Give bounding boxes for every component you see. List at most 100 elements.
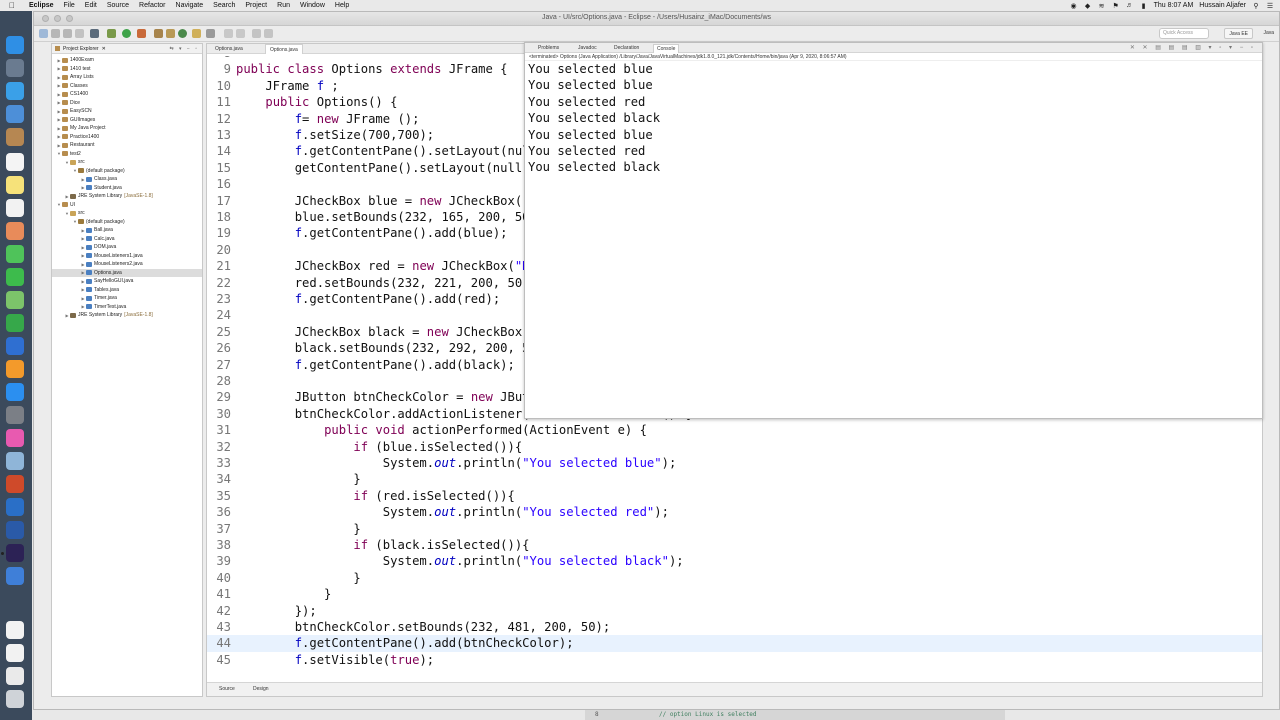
open-type-icon[interactable] xyxy=(192,29,201,38)
user-name[interactable]: Hussain Aljafer xyxy=(1199,2,1246,9)
tree-item[interactable]: ▼ UI xyxy=(52,201,202,210)
tree-item[interactable]: ▶ Class.java xyxy=(52,175,202,184)
mail-icon[interactable] xyxy=(6,105,24,123)
tree-item[interactable]: ▶ CS1400 xyxy=(52,90,202,99)
xcode-icon[interactable] xyxy=(6,498,24,516)
tree-item[interactable]: ▼ src xyxy=(52,209,202,218)
back-icon[interactable] xyxy=(252,29,261,38)
editor-tab-options-1[interactable]: Options.java xyxy=(211,44,247,54)
declaration-tab[interactable]: Declaration xyxy=(611,44,642,52)
flag-icon[interactable]: ⚑ xyxy=(1112,2,1120,10)
tree-item[interactable]: ▶ My Java Project xyxy=(52,124,202,133)
code-line[interactable]: 44 f.getContentPane().add(btnCheckColor)… xyxy=(207,635,1262,652)
volume-icon[interactable]: ♬ xyxy=(1126,2,1134,9)
safari-icon[interactable] xyxy=(6,82,24,100)
perspective-java-ee[interactable]: Java EE xyxy=(1224,28,1253,39)
document-icon-3[interactable] xyxy=(6,667,24,685)
tree-item[interactable]: ▶ Restaurant xyxy=(52,141,202,150)
code-line[interactable]: 37 } xyxy=(207,521,1262,537)
search-toolbar-icon[interactable] xyxy=(206,29,215,38)
menu-source[interactable]: Source xyxy=(102,2,134,9)
tree-item[interactable]: ▶ Dice xyxy=(52,99,202,108)
tree-item[interactable]: ▶ DOM.java xyxy=(52,243,202,252)
tree-item[interactable]: ▼ src xyxy=(52,158,202,167)
system-preferences-icon[interactable] xyxy=(6,406,24,424)
itunes-icon[interactable] xyxy=(6,429,24,447)
external-tools-icon[interactable] xyxy=(137,29,146,38)
code-line[interactable]: 34 } xyxy=(207,471,1262,487)
code-line[interactable]: 45 f.setVisible(true); xyxy=(207,652,1262,668)
console-toolbar-icons[interactable]: ✕ ✕ ▤ ▤ ▤ ▥ ▾ ▫ ▾ − ▫ xyxy=(1130,44,1256,51)
search-icon[interactable]: ⚲ xyxy=(1252,2,1260,10)
design-tab[interactable]: Design xyxy=(253,686,269,692)
tree-item[interactable]: ▶ Student.java xyxy=(52,184,202,193)
word-icon[interactable] xyxy=(6,521,24,539)
tree-item[interactable]: ▶ Tables.java xyxy=(52,286,202,295)
console-output[interactable]: You selected blue You selected blue You se… xyxy=(525,61,1262,176)
tree-item[interactable]: ▶ SayHelloGUI.java xyxy=(52,277,202,286)
tree-item[interactable]: ▶ Calc.java xyxy=(52,235,202,244)
tree-item[interactable]: ▶ TimerTest.java xyxy=(52,303,202,312)
code-line[interactable]: 38 if (black.isSelected()){ xyxy=(207,537,1262,553)
app-store-icon[interactable] xyxy=(6,383,24,401)
tree-item[interactable]: ▼ (default package) xyxy=(52,167,202,176)
tree-item[interactable]: ▶ Practice1400 xyxy=(52,133,202,142)
menu-project[interactable]: Project xyxy=(240,2,272,9)
new-icon[interactable] xyxy=(39,29,48,38)
tree-item[interactable]: ▶ GUIImages xyxy=(52,116,202,125)
code-line[interactable]: 40 } xyxy=(207,570,1262,586)
preview-icon[interactable] xyxy=(6,452,24,470)
perspective-java[interactable]: Java xyxy=(1260,28,1277,39)
new-class-icon[interactable] xyxy=(178,29,187,38)
tree-item[interactable]: ▶ 1400Exam xyxy=(52,56,202,65)
code-line[interactable]: 36 System.out.println("You selected red"… xyxy=(207,504,1262,520)
maps-icon[interactable] xyxy=(6,291,24,309)
tree-item[interactable]: ▼ (default package) xyxy=(52,218,202,227)
tree-item[interactable]: ▶ Ball.java xyxy=(52,226,202,235)
menu-help[interactable]: Help xyxy=(330,2,354,9)
tree-item[interactable]: ▶ 1410 test xyxy=(52,65,202,74)
notes-icon[interactable] xyxy=(6,176,24,194)
record-icon[interactable]: ◉ xyxy=(1070,2,1078,10)
menu-window[interactable]: Window xyxy=(295,2,330,9)
code-line[interactable]: 41 } xyxy=(207,586,1262,602)
view-toolbar-icons[interactable]: ⇆ ▾ − ▫ xyxy=(169,46,199,52)
tree-item[interactable]: ▶ MouseListeners1.java xyxy=(52,252,202,261)
forward-icon[interactable] xyxy=(264,29,273,38)
code-line[interactable]: 35 if (red.isSelected()){ xyxy=(207,488,1262,504)
quick-access-field[interactable]: Quick Access xyxy=(1159,28,1209,39)
problems-tab[interactable]: Problems xyxy=(535,44,562,52)
reminders-icon[interactable] xyxy=(6,199,24,217)
code-line[interactable]: 32 if (blue.isSelected()){ xyxy=(207,439,1262,455)
code-line[interactable]: 33 System.out.println("You selected blue… xyxy=(207,455,1262,471)
dropbox-icon[interactable]: ◆ xyxy=(1084,2,1092,10)
debug-icon[interactable] xyxy=(107,29,116,38)
javadoc-tab[interactable]: Javadoc xyxy=(575,44,600,52)
editor-tab-options-2[interactable]: Options.java xyxy=(265,44,303,54)
tree-item[interactable]: ▶ JRE System Library [JavaSE-1.8] xyxy=(52,192,202,201)
next-annotation-icon[interactable] xyxy=(236,29,245,38)
tree-item[interactable]: ▶ EasySCN xyxy=(52,107,202,116)
project-explorer-tab[interactable]: Project Explorer ✕ ⇆ ▾ − ▫ xyxy=(52,44,202,54)
numbers-icon[interactable] xyxy=(6,314,24,332)
title-bar[interactable]: Java - UI/src/Options.java - Eclipse - /… xyxy=(34,12,1279,26)
battery-icon[interactable]: ▮ xyxy=(1140,2,1148,10)
apple-menu-icon[interactable]:  xyxy=(0,1,24,10)
keynote-icon[interactable] xyxy=(6,337,24,355)
menu-search[interactable]: Search xyxy=(208,2,240,9)
console-tab[interactable]: Console xyxy=(653,44,680,53)
tree-item[interactable]: ▶ Array Lists xyxy=(52,73,202,82)
new-package-icon[interactable] xyxy=(166,29,175,38)
chrome-icon[interactable] xyxy=(6,567,24,585)
calendar-icon[interactable] xyxy=(6,153,24,171)
document-icon-2[interactable] xyxy=(6,644,24,662)
code-line[interactable]: 43 btnCheckColor.setBounds(232, 481, 200… xyxy=(207,619,1262,635)
source-tab[interactable]: Source xyxy=(219,686,235,692)
menu-edit[interactable]: Edit xyxy=(80,2,102,9)
powerpoint-icon[interactable] xyxy=(6,475,24,493)
menu-icon[interactable]: ☰ xyxy=(1266,2,1274,10)
messages-icon[interactable] xyxy=(6,245,24,263)
terminal-icon[interactable] xyxy=(90,29,99,38)
tree-item[interactable]: ▼ test2 xyxy=(52,150,202,159)
menu-navigate[interactable]: Navigate xyxy=(171,2,209,9)
